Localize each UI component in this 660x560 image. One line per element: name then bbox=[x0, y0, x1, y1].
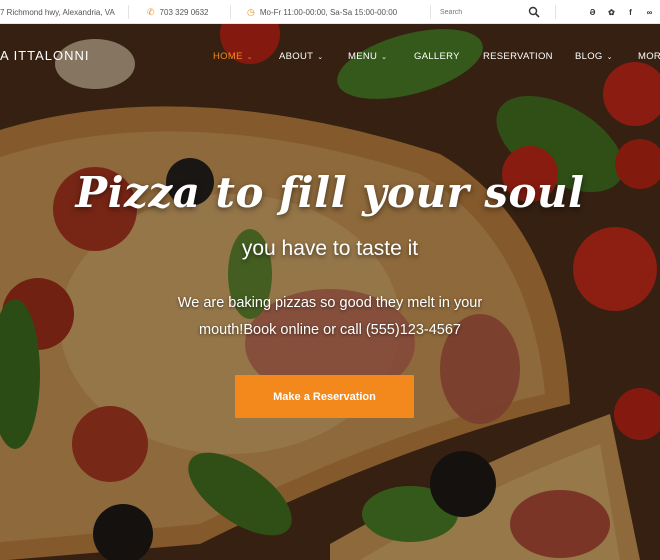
nav-item-more[interactable]: MOR bbox=[638, 51, 660, 62]
nav-item-label: RESERVATION bbox=[483, 51, 553, 62]
nav-item-label: GALLERY bbox=[414, 51, 460, 62]
hero-title: Pizza to fill your soul bbox=[75, 168, 585, 217]
divider bbox=[230, 5, 231, 19]
hero-subtitle: you have to taste it bbox=[241, 237, 419, 260]
nav-item-gallery[interactable]: GALLERY bbox=[414, 51, 460, 62]
nav-item-menu[interactable]: MENU ⌄ bbox=[348, 51, 387, 62]
nav-item-about[interactable]: ABOUT ⌄ bbox=[279, 51, 323, 62]
phone-icon: ✆ bbox=[147, 6, 155, 17]
twitter-icon[interactable]: ✿ bbox=[602, 8, 621, 17]
chevron-down-icon: ⌄ bbox=[246, 54, 253, 61]
main-nav: HOME ⌄ ABOUT ⌄ MENU ⌄ GALLERY RESERVATION B… bbox=[0, 51, 660, 65]
divider bbox=[555, 5, 556, 19]
nav-item-label: MOR bbox=[638, 51, 660, 62]
address: 7 Richmond hwy, Alexandria, VA bbox=[0, 0, 115, 24]
chevron-down-icon: ⌄ bbox=[317, 54, 324, 61]
clock-icon: ◷ bbox=[247, 6, 255, 17]
nav-item-home[interactable]: HOME ⌄ bbox=[213, 51, 253, 62]
search-input[interactable] bbox=[436, 8, 522, 16]
make-reservation-button[interactable]: Make a Reservation bbox=[235, 375, 414, 418]
hours-text: Mo-Fr 11:00-00:00, Sa-Sa 15:00-00:00 bbox=[259, 7, 398, 17]
divider bbox=[430, 5, 431, 19]
nav-item-blog[interactable]: BLOG ⌄ bbox=[575, 51, 613, 62]
divider bbox=[128, 5, 129, 19]
nav-item-reservation[interactable]: RESERVATION bbox=[483, 51, 553, 62]
chevron-down-icon: ⌄ bbox=[606, 54, 613, 61]
nav-item-label: MENU bbox=[348, 51, 378, 62]
nav-item-label: BLOG bbox=[575, 51, 603, 62]
search-box bbox=[436, 3, 548, 21]
search-icon[interactable] bbox=[528, 6, 540, 18]
phone[interactable]: ✆ 703 329 0632 bbox=[147, 0, 208, 24]
phone-text: 703 329 0632 bbox=[159, 7, 209, 17]
opening-hours: ◷ Mo-Fr 11:00-00:00, Sa-Sa 15:00-00:00 bbox=[247, 0, 397, 24]
nav-item-label: ABOUT bbox=[279, 51, 314, 62]
top-info-bar: 7 Richmond hwy, Alexandria, VA ✆ 703 329… bbox=[0, 0, 660, 24]
nav-item-label: HOME bbox=[213, 51, 243, 62]
social-links: Ə ✿ f ∞ bbox=[583, 0, 659, 24]
foursquare-icon[interactable]: Ə bbox=[583, 8, 602, 17]
tripadvisor-icon[interactable]: ∞ bbox=[640, 8, 659, 17]
facebook-icon[interactable]: f bbox=[621, 8, 640, 17]
address-text: 7 Richmond hwy, Alexandria, VA bbox=[0, 7, 115, 17]
hero-description: We are baking pizzas so good they melt i… bbox=[177, 295, 483, 338]
chevron-down-icon: ⌄ bbox=[381, 54, 388, 61]
